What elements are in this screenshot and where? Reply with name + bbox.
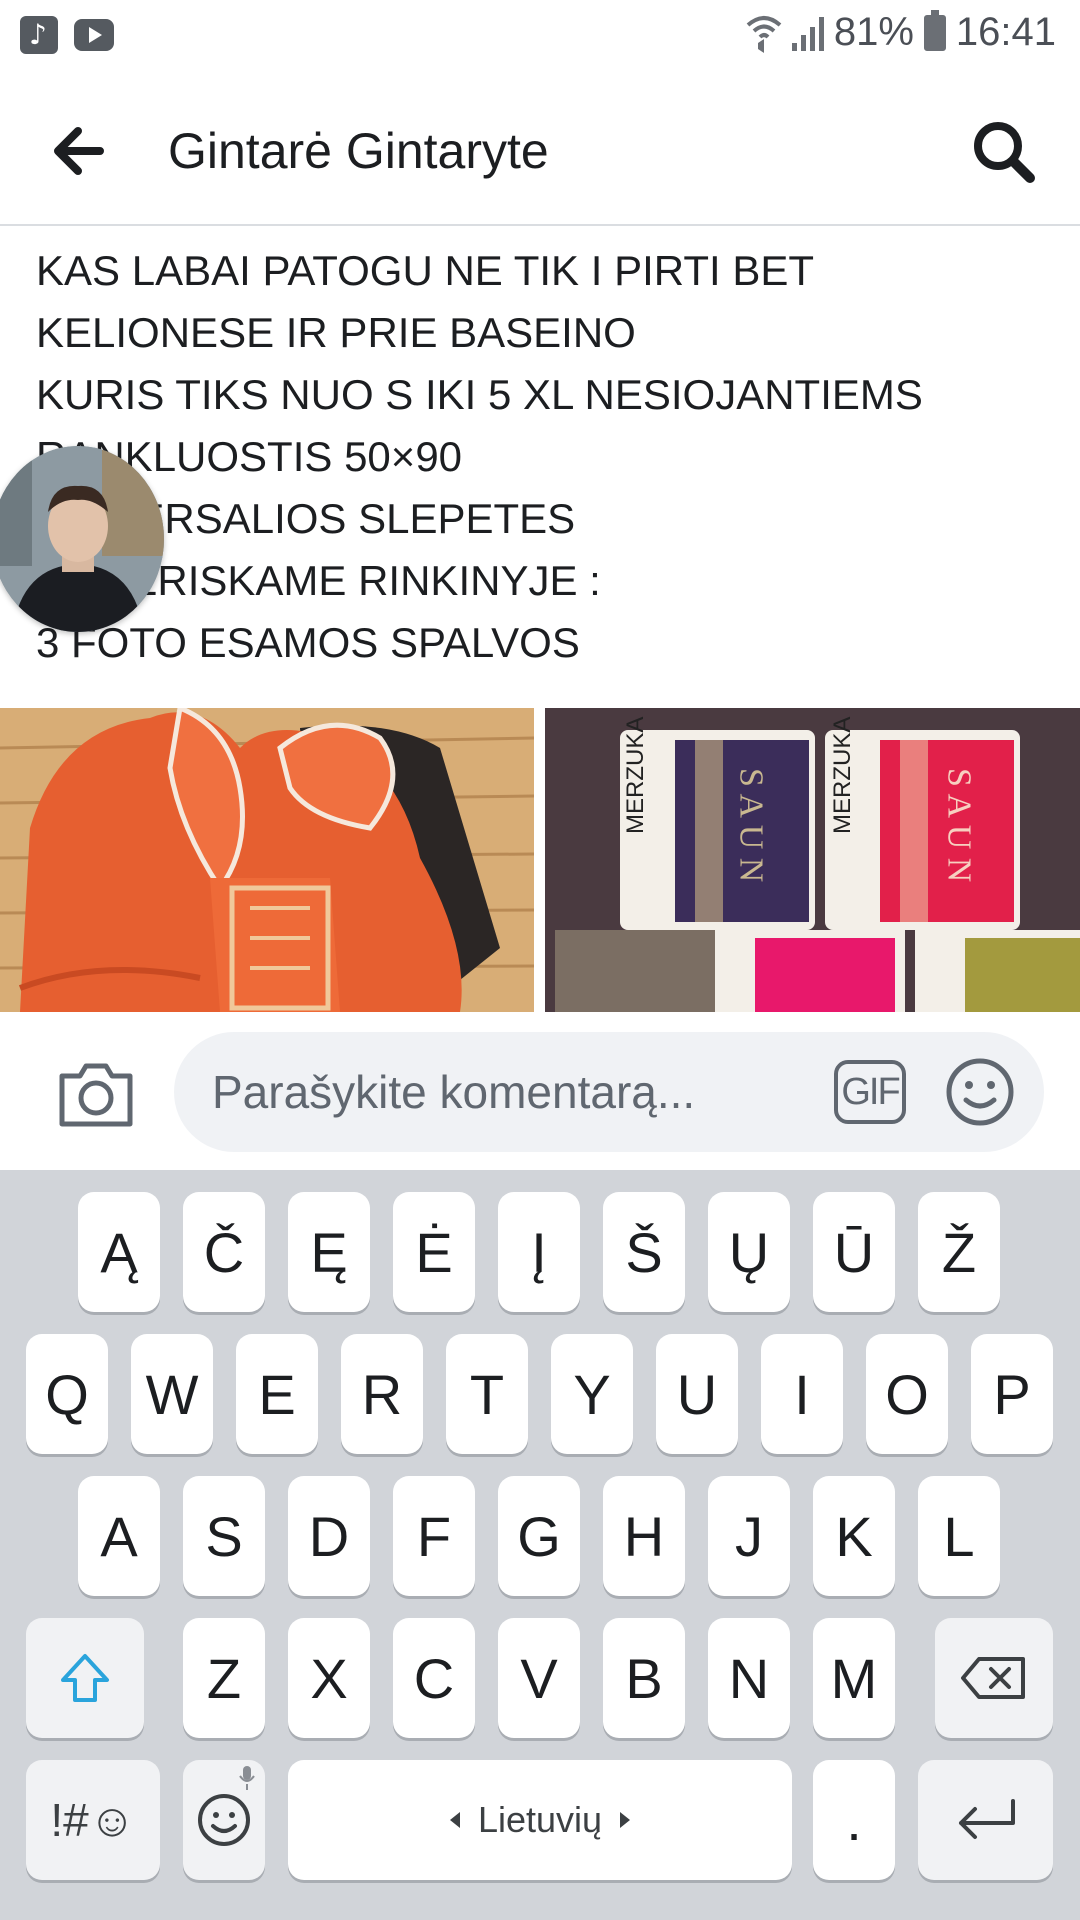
key[interactable]: X (288, 1618, 370, 1738)
key[interactable]: L (918, 1476, 1000, 1596)
key[interactable]: Ū (813, 1192, 895, 1312)
key[interactable]: Q (26, 1334, 108, 1454)
chat-head-avatar[interactable] (0, 446, 164, 632)
key[interactable]: Ą (78, 1192, 160, 1312)
comment-box[interactable]: GIF (174, 1032, 1044, 1152)
key[interactable]: Š (603, 1192, 685, 1312)
shift-arrow-icon (61, 1654, 109, 1702)
page-title: Gintarė Gintaryte (168, 123, 549, 179)
comment-input[interactable] (212, 1032, 812, 1152)
key[interactable]: B (603, 1618, 685, 1738)
key[interactable]: Į (498, 1192, 580, 1312)
towel-packages-photo: MERZUKA S A U N S A U N MERZUKA (545, 708, 1080, 1012)
post-text: KAS LABAI PATOGU NE TIK I PIRTI BET KELI… (36, 240, 1056, 674)
key[interactable]: Ę (288, 1192, 370, 1312)
package-label: MERZUKA (829, 717, 856, 834)
key[interactable]: F (393, 1476, 475, 1596)
post-line: KELIONESE IR PRIE BASEINO (36, 309, 636, 356)
key[interactable]: K (813, 1476, 895, 1596)
backspace-key[interactable] (935, 1618, 1053, 1738)
post-line: 3 FOTO ESAMOS SPALVOS (36, 619, 580, 666)
package-label: MERZUKA (622, 717, 649, 834)
clock: 16:41 (955, 10, 1056, 54)
key[interactable]: Č (183, 1192, 265, 1312)
key[interactable]: I (761, 1334, 843, 1454)
symbols-key-label: !#☺ (50, 1794, 136, 1846)
key[interactable]: S (183, 1476, 265, 1596)
keyboard-language: Lietuvių (477, 1799, 603, 1840)
camera-icon[interactable] (56, 1056, 136, 1132)
post-line: KURIS TIKS NUO S IKI 5 XL NESIOJANTIEMS (36, 371, 923, 418)
battery-percent: 81% (833, 10, 914, 54)
key[interactable]: H (603, 1476, 685, 1596)
key[interactable]: A (78, 1476, 160, 1596)
space-key-label: Lietuvių (449, 1799, 631, 1841)
music-app-icon (20, 16, 58, 54)
package-label: S A U N (733, 768, 770, 882)
youtube-icon (74, 19, 114, 51)
key[interactable]: G (498, 1476, 580, 1596)
arrow-left-icon[interactable] (44, 116, 124, 186)
post-line: RANKLUOSTIS 50×90 (36, 433, 463, 480)
key[interactable]: Ų (708, 1192, 790, 1312)
emoji-key[interactable] (183, 1760, 265, 1880)
post-line: KAS LABAI PATOGU NE TIK I PIRTI BET (36, 247, 815, 294)
comment-composer: GIF (0, 1016, 1080, 1170)
key[interactable]: J (708, 1476, 790, 1596)
period-key[interactable]: . (813, 1760, 895, 1880)
soft-keyboard: Ą Č Ę Ė Į Š Ų Ū Ž Q W E R T Y U I O P A … (0, 1170, 1080, 1920)
key[interactable]: V (498, 1618, 580, 1738)
towel-robe-photo (0, 708, 534, 1012)
key[interactable]: M (813, 1618, 895, 1738)
key[interactable]: Ž (918, 1192, 1000, 1312)
microphone-icon (239, 1766, 255, 1790)
emoji-icon (198, 1794, 250, 1846)
symbols-key[interactable]: !#☺ (26, 1760, 160, 1880)
post-photo-2[interactable]: MERZUKA S A U N S A U N MERZUKA (545, 708, 1080, 1012)
key[interactable]: E (236, 1334, 318, 1454)
key[interactable]: W (131, 1334, 213, 1454)
enter-icon (958, 1799, 1015, 1839)
emoji-icon[interactable] (944, 1054, 1016, 1130)
status-icons: 81% 16:41 (746, 9, 1056, 55)
enter-key[interactable] (918, 1760, 1053, 1880)
app-header: Gintarė Gintaryte (0, 76, 1080, 226)
post-line: UNIVERSALIOS SLEPETES (36, 495, 576, 542)
key[interactable]: P (971, 1334, 1053, 1454)
key[interactable]: R (341, 1334, 423, 1454)
notification-icons (20, 16, 114, 54)
chevron-left-icon (449, 1812, 460, 1828)
wifi-calling-icon (746, 15, 782, 53)
signal-icon (791, 15, 824, 51)
key[interactable]: C (393, 1618, 475, 1738)
key[interactable]: N (708, 1618, 790, 1738)
gif-button[interactable]: GIF (834, 1060, 906, 1124)
battery-charging-icon (923, 9, 946, 51)
chevron-right-icon (620, 1812, 631, 1828)
space-key[interactable]: Lietuvių (288, 1760, 792, 1880)
key[interactable]: D (288, 1476, 370, 1596)
shift-key[interactable] (26, 1618, 144, 1738)
key[interactable]: Y (551, 1334, 633, 1454)
post-photo-1[interactable] (0, 708, 534, 1012)
key[interactable]: Ė (393, 1192, 475, 1312)
backspace-icon (961, 1657, 1025, 1699)
key[interactable]: Z (183, 1618, 265, 1738)
key[interactable]: T (446, 1334, 528, 1454)
key[interactable]: U (656, 1334, 738, 1454)
search-icon[interactable] (964, 114, 1044, 188)
avatar-image (0, 446, 164, 632)
status-bar: 81% 16:41 (0, 0, 1080, 76)
key[interactable]: O (866, 1334, 948, 1454)
post-line: SIULERISKAME RINKINYJE : (36, 557, 601, 604)
package-label: S A U N (941, 768, 978, 882)
